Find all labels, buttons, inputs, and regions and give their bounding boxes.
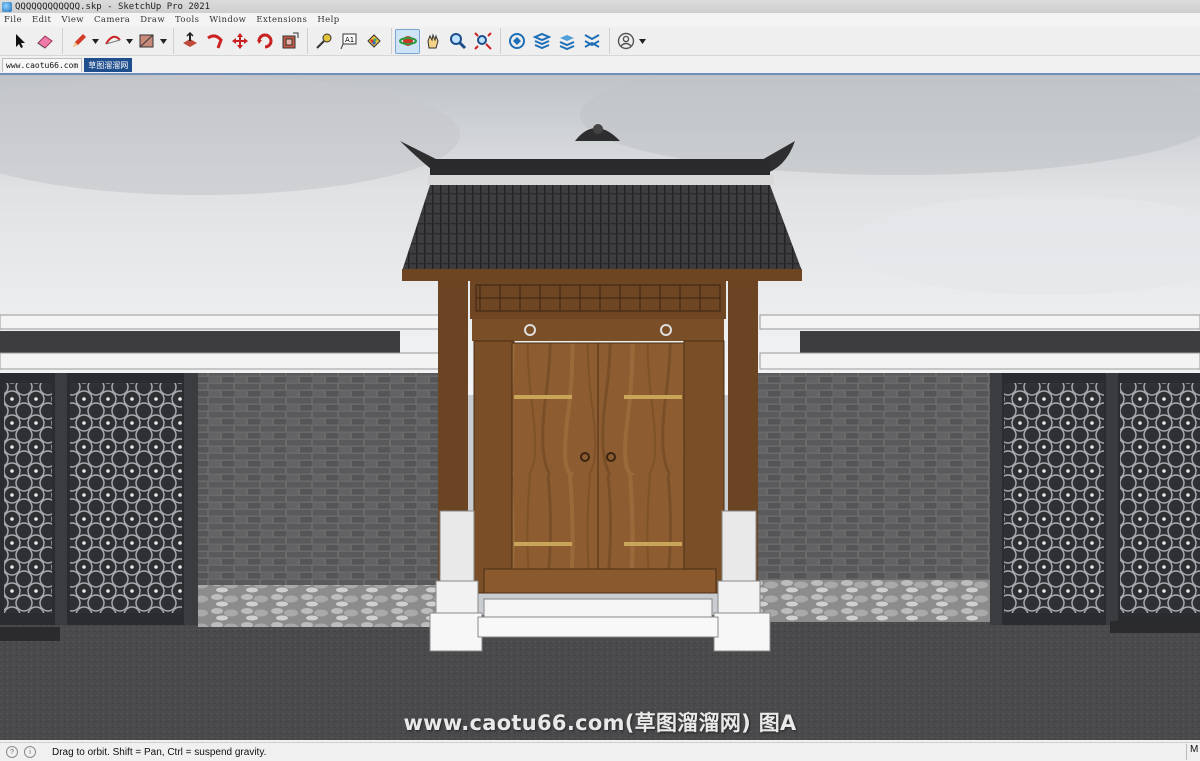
- rectangle-icon: [139, 34, 153, 48]
- menu-draw[interactable]: Draw: [140, 15, 165, 25]
- menu-bar: File Edit View Camera Draw Tools Window …: [0, 13, 1200, 27]
- push-pull-icon: [182, 32, 197, 47]
- scene-tab-caotu-liuliu[interactable]: 草图溜溜网: [84, 58, 133, 72]
- measurements-box[interactable]: M: [1186, 744, 1200, 760]
- 3d-warehouse-icon: [508, 33, 525, 49]
- window-title: QQQQQQQQQQQQ.skp - SketchUp Pro 2021: [15, 1, 211, 12]
- chevron-down-icon: [92, 38, 99, 44]
- sketchup-app-icon: [2, 1, 12, 12]
- menu-help[interactable]: Help: [317, 15, 339, 25]
- model-viewport[interactable]: www.caotu66.com(草图溜溜网) 图A: [0, 73, 1200, 740]
- menu-file[interactable]: File: [4, 15, 22, 25]
- chevron-down-icon: [126, 38, 133, 44]
- menu-camera[interactable]: Camera: [94, 15, 130, 25]
- account-dropdown[interactable]: [638, 29, 647, 54]
- toolbar-group-construction: A1: [307, 28, 389, 54]
- svg-text:A1: A1: [345, 36, 354, 44]
- menu-edit[interactable]: Edit: [32, 15, 51, 25]
- main-toolbar: A1: [0, 27, 1200, 56]
- style-builder-button[interactable]: [579, 29, 604, 54]
- geo-location-icon[interactable]: ?: [6, 746, 18, 758]
- text-tool-button[interactable]: A1: [336, 29, 361, 54]
- extension-warehouse-button[interactable]: [529, 29, 554, 54]
- zoom-extents-tool-button[interactable]: [470, 29, 495, 54]
- rotate-icon: [256, 33, 272, 49]
- rectangle-dropdown[interactable]: [159, 29, 168, 54]
- zoom-extents-icon: [473, 32, 492, 50]
- paint-bucket-tool-button[interactable]: [361, 29, 386, 54]
- arc-tool-button[interactable]: [100, 29, 125, 54]
- select-icon: [15, 34, 25, 48]
- toolbar-group-principal: [4, 28, 60, 54]
- pencil-icon: [72, 34, 86, 47]
- toolbar-group-account: [609, 28, 650, 54]
- text-icon: A1: [340, 33, 356, 50]
- toolbar-group-camera: [391, 28, 498, 54]
- tape-measure-tool-button[interactable]: [311, 29, 336, 54]
- push-pull-tool-button[interactable]: [177, 29, 202, 54]
- rotate-tool-button[interactable]: [252, 29, 277, 54]
- status-message: Drag to orbit. Shift = Pan, Ctrl = suspe…: [52, 746, 267, 758]
- chevron-down-icon: [160, 38, 167, 44]
- account-button[interactable]: [613, 29, 638, 54]
- pencil-dropdown[interactable]: [91, 29, 100, 54]
- toolbar-group-draw: [62, 28, 171, 54]
- layout-button[interactable]: [554, 29, 579, 54]
- zoom-icon: [449, 33, 466, 50]
- offset-tool-button[interactable]: [277, 29, 302, 54]
- scene-drawing: [0, 75, 1200, 740]
- menu-window[interactable]: Window: [209, 15, 246, 25]
- pencil-tool-button[interactable]: [66, 29, 91, 54]
- toolbar-group-warehouse: [500, 28, 607, 54]
- title-bar: QQQQQQQQQQQQ.skp - SketchUp Pro 2021: [0, 0, 1200, 13]
- move-icon: [231, 33, 248, 49]
- 3d-warehouse-button[interactable]: [504, 29, 529, 54]
- orbit-icon: [398, 36, 417, 46]
- toolbar-group-edit: [173, 28, 305, 54]
- menu-tools[interactable]: Tools: [175, 15, 199, 25]
- status-bar: ? i Drag to orbit. Shift = Pan, Ctrl = s…: [0, 742, 1200, 761]
- account-icon: [617, 32, 634, 50]
- eraser-tool-button[interactable]: [32, 29, 57, 54]
- scene-tab-caotu66[interactable]: www.caotu66.com: [2, 58, 83, 72]
- layout-icon: [559, 35, 574, 50]
- extension-warehouse-icon: [532, 32, 551, 50]
- paint-bucket-icon: [366, 34, 381, 48]
- arc-dropdown[interactable]: [125, 29, 134, 54]
- watermark-text: www.caotu66.com(草图溜溜网) 图A: [403, 711, 797, 735]
- chevron-down-icon: [639, 38, 646, 44]
- scene-tabs: www.caotu66.com 草图溜溜网: [0, 56, 1200, 72]
- pan-tool-button[interactable]: [420, 29, 445, 54]
- menu-extensions[interactable]: Extensions: [256, 15, 307, 25]
- follow-me-icon: [206, 34, 223, 49]
- move-tool-button[interactable]: [227, 29, 252, 54]
- rectangle-tool-button[interactable]: [134, 29, 159, 54]
- arc-icon: [104, 35, 121, 45]
- follow-me-tool-button[interactable]: [202, 29, 227, 54]
- tape-measure-icon: [315, 33, 331, 49]
- eraser-icon: [36, 35, 53, 49]
- orbit-tool-button[interactable]: [395, 28, 420, 54]
- menu-view[interactable]: View: [61, 15, 84, 25]
- select-tool-button[interactable]: [7, 29, 32, 54]
- style-builder-icon: [584, 34, 599, 48]
- pan-icon: [426, 33, 439, 49]
- zoom-tool-button[interactable]: [445, 29, 470, 54]
- instructor-icon[interactable]: i: [24, 746, 36, 758]
- offset-icon: [282, 32, 298, 49]
